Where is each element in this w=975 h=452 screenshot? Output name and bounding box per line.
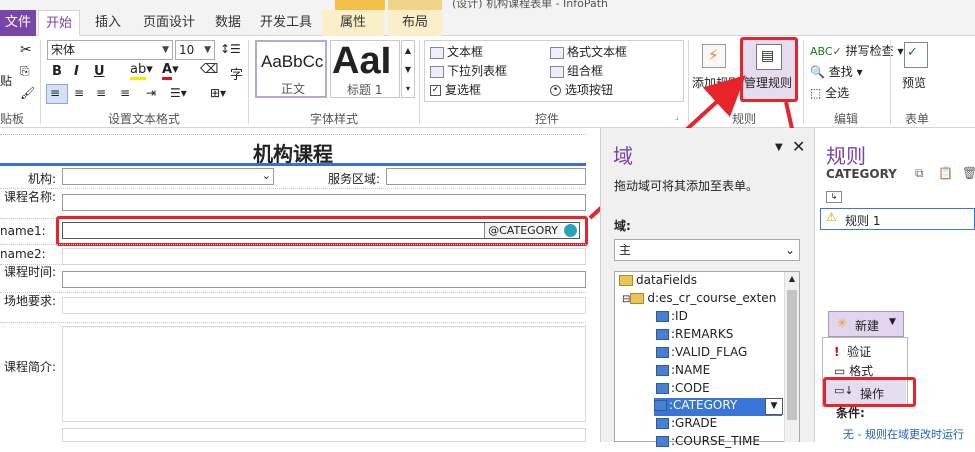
rule-type-icon: ↳ xyxy=(826,191,842,203)
scroll-up-icon[interactable]: ▲ xyxy=(786,272,798,286)
warning-icon: ⚠ xyxy=(826,210,837,224)
tree-item-category[interactable]: :CATEGORY xyxy=(654,398,782,416)
field-icon xyxy=(656,347,669,358)
field-icon xyxy=(656,329,669,340)
folder-icon xyxy=(619,275,633,286)
fields-panel-title: 域 xyxy=(613,144,633,168)
collapse-icon[interactable]: ⊟ xyxy=(622,294,630,305)
folder-icon xyxy=(630,293,645,304)
tree-item-name[interactable]: :NAME xyxy=(656,363,710,381)
field-icon xyxy=(656,383,669,394)
tree-item-valid-flag[interactable]: :VALID_FLAG xyxy=(656,345,747,363)
tree-item-course-time[interactable]: :COURSE_TIME xyxy=(656,434,760,452)
fields-panel-hint: 拖动域可将其添加至表单。 xyxy=(614,179,759,193)
rules-panel-title: 规则 xyxy=(826,144,866,168)
rule-list-item[interactable]: ⚠ 规则 1 xyxy=(820,208,975,230)
domain-select[interactable]: 主 ⌄ xyxy=(614,239,800,261)
tree-item-id[interactable]: :ID xyxy=(656,309,688,327)
condition-link[interactable]: 无 - 规则在域更改时运行 xyxy=(843,426,964,442)
domain-label: 域: xyxy=(614,219,631,233)
chevron-down-icon: ⌄ xyxy=(784,243,795,257)
menu-item-validation[interactable]: ! 验证 xyxy=(834,343,871,360)
close-icon[interactable]: ✕ xyxy=(792,137,805,156)
tree-item-datafields[interactable]: dataFields xyxy=(619,273,697,291)
tree-item-course-extension[interactable]: ⊟ d:es_cr_course_exten xyxy=(622,291,776,309)
delete-rule-icon[interactable]: 🗑 xyxy=(962,166,975,180)
copy-rule-icon[interactable]: ⧉ xyxy=(915,166,924,181)
paste-rule-icon[interactable]: 📋 xyxy=(938,166,953,180)
chevron-down-icon: ▼ xyxy=(889,317,896,327)
new-rule-button[interactable]: ✳ 新建 ▼ xyxy=(828,311,904,337)
field-icon xyxy=(656,418,669,429)
panel-menu-icon[interactable]: ▼ xyxy=(775,142,783,153)
formatting-icon: ▭ xyxy=(834,364,846,378)
new-rule-label: 新建 xyxy=(855,319,880,333)
field-icon xyxy=(654,400,667,411)
new-rule-icon: ✳ xyxy=(837,316,848,330)
chevron-down-icon[interactable]: ▼ xyxy=(765,398,783,415)
highlight-box-action xyxy=(823,377,916,407)
field-icon xyxy=(656,365,669,376)
field-icon xyxy=(656,311,669,322)
validation-icon: ! xyxy=(834,345,840,359)
rule-name: 规则 1 xyxy=(845,214,881,228)
rules-field-name: CATEGORY xyxy=(826,167,897,181)
tree-scrollbar[interactable]: ▲ xyxy=(784,272,799,442)
tree-item-code[interactable]: :CODE xyxy=(656,381,710,399)
tree-item-remarks[interactable]: :REMARKS xyxy=(656,327,733,345)
tree-item-grade[interactable]: :GRADE xyxy=(656,416,717,434)
scroll-thumb[interactable] xyxy=(787,290,797,420)
condition-label: 条件: xyxy=(836,406,865,420)
